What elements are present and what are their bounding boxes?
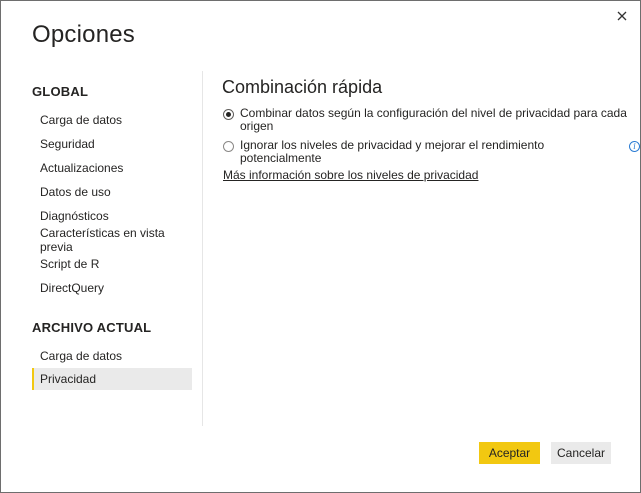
sidebar-item-global-data-load[interactable]: Carga de datos xyxy=(32,109,192,131)
sidebar-item-preview-features[interactable]: Características en vista previa xyxy=(32,226,192,254)
sidebar-item-updates[interactable]: Actualizaciones xyxy=(32,157,192,179)
radio-combine-by-privacy[interactable]: Combinar datos según la configuración de… xyxy=(223,107,627,133)
radio-checked-icon[interactable] xyxy=(223,109,234,120)
accept-button[interactable]: Aceptar xyxy=(479,442,540,464)
global-heading: GLOBAL xyxy=(32,84,89,99)
sidebar-item-file-data-load[interactable]: Carga de datos xyxy=(32,345,192,367)
radio-combine-label: Combinar datos según la configuración de… xyxy=(240,106,627,133)
section-title: Combinación rápida xyxy=(222,77,383,97)
sidebar-item-directquery[interactable]: DirectQuery xyxy=(32,277,192,299)
sidebar-item-privacy[interactable]: Privacidad xyxy=(32,368,192,390)
privacy-levels-link[interactable]: Más información sobre los niveles de pri… xyxy=(223,168,478,182)
sidebar-item-security[interactable]: Seguridad xyxy=(32,133,192,155)
radio-ignore-privacy[interactable]: Ignorar los niveles de privacidad y mejo… xyxy=(223,139,640,165)
radio-unchecked-icon[interactable] xyxy=(223,141,234,152)
close-button[interactable] xyxy=(610,5,634,27)
sidebar-item-usage-data[interactable]: Datos de uso xyxy=(32,181,192,203)
radio-ignore-label: Ignorar los niveles de privacidad y mejo… xyxy=(240,138,545,165)
options-dialog: Opciones GLOBAL Carga de datos Seguridad… xyxy=(0,0,641,493)
info-icon[interactable]: i xyxy=(629,141,640,152)
current-file-heading: ARCHIVO ACTUAL xyxy=(32,320,152,335)
close-icon xyxy=(617,11,627,21)
sidebar-divider xyxy=(202,71,203,426)
dialog-title: Opciones xyxy=(32,21,135,48)
cancel-button[interactable]: Cancelar xyxy=(551,442,611,464)
sidebar-item-diagnostics[interactable]: Diagnósticos xyxy=(32,205,192,227)
sidebar-item-r-script[interactable]: Script de R xyxy=(32,253,192,275)
